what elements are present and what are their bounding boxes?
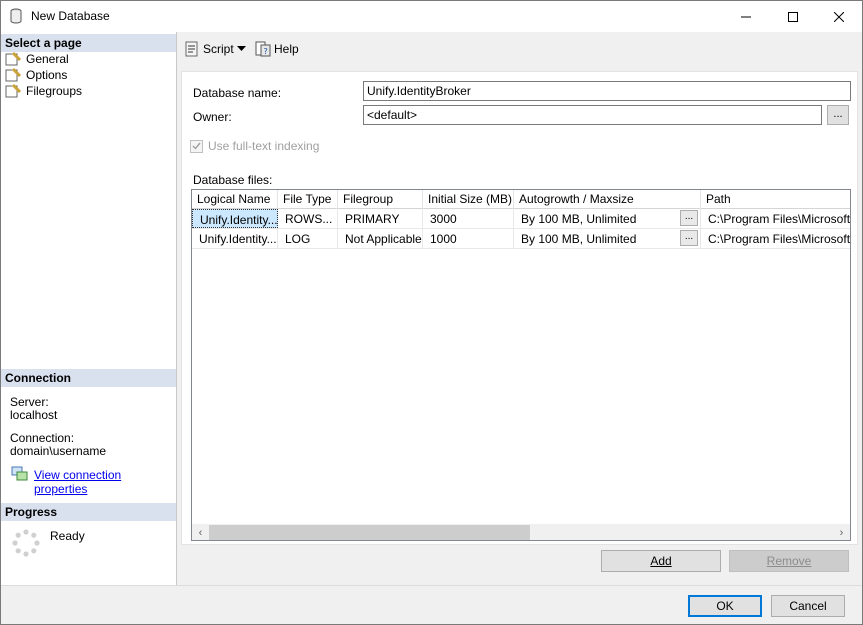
- connection-value: domain\username: [10, 444, 107, 458]
- page-item-label: Options: [26, 68, 68, 82]
- grid-header: Logical Name File Type Filegroup Initial…: [192, 190, 850, 209]
- path-cell[interactable]: C:\Program Files\Microsoft SQ: [701, 209, 850, 228]
- initial-size-cell[interactable]: 1000: [423, 229, 514, 248]
- owner-browse-button[interactable]: ...: [827, 105, 849, 125]
- file-type-cell[interactable]: ROWS...: [278, 209, 338, 228]
- main-area: Script ? Help Database name: Unify.Ident…: [177, 32, 862, 585]
- maximize-icon: [788, 11, 798, 22]
- path-cell[interactable]: C:\Program Files\Microsoft SQ: [701, 229, 850, 248]
- column-header[interactable]: Filegroup: [338, 190, 423, 209]
- column-header[interactable]: Path: [701, 190, 850, 209]
- autogrowth-cell[interactable]: By 100 MB, Unlimited ...: [514, 209, 701, 228]
- remove-button-label: Remove: [766, 554, 812, 568]
- horizontal-scrollbar[interactable]: ‹ ›: [192, 524, 850, 540]
- window-title: New Database: [31, 9, 110, 23]
- page-item-general[interactable]: General: [5, 51, 69, 67]
- close-button[interactable]: [816, 1, 862, 32]
- script-button[interactable]: Script: [184, 39, 234, 59]
- logical-name-cell[interactable]: Unify.Identity...: [192, 209, 278, 228]
- cancel-button[interactable]: Cancel: [771, 595, 845, 617]
- owner-input[interactable]: <default>: [363, 105, 822, 125]
- owner-label: Owner:: [193, 110, 232, 124]
- table-row[interactable]: Unify.Identity... LOG Not Applicable 100…: [192, 229, 850, 249]
- fulltext-indexing-checkbox[interactable]: [190, 139, 203, 153]
- autogrowth-value: By 100 MB, Unlimited: [521, 212, 637, 226]
- filegroup-cell[interactable]: PRIMARY: [338, 209, 423, 228]
- script-icon: [185, 41, 198, 57]
- minimize-button[interactable]: [723, 1, 769, 32]
- database-files-grid[interactable]: Logical Name File Type Filegroup Initial…: [191, 189, 851, 541]
- new-database-dialog: New Database Select a page General Optio…: [0, 0, 863, 625]
- autogrowth-cell[interactable]: By 100 MB, Unlimited ...: [514, 229, 701, 248]
- database-name-input[interactable]: Unify.IdentityBroker: [363, 81, 851, 101]
- help-icon: ?: [255, 41, 271, 57]
- page-wrench-icon: [5, 68, 21, 82]
- autogrowth-edit-button[interactable]: ...: [680, 230, 698, 246]
- page-item-label: General: [26, 52, 69, 66]
- database-icon: [10, 8, 22, 24]
- database-files-label: Database files:: [193, 173, 273, 187]
- page-item-filegroups[interactable]: Filegroups: [5, 83, 82, 99]
- add-button-label: Add: [650, 554, 672, 568]
- progress-header: Progress: [1, 503, 176, 521]
- progress-spinner-icon: [12, 529, 40, 557]
- scrollbar-thumb[interactable]: [209, 525, 530, 540]
- column-header[interactable]: File Type: [278, 190, 338, 209]
- general-page-content: Database name: Unify.IdentityBroker Owne…: [181, 71, 858, 545]
- database-name-label: Database name:: [193, 86, 282, 100]
- file-type-cell[interactable]: LOG: [278, 229, 338, 248]
- toolbar: Script ? Help: [177, 32, 862, 65]
- logical-name-cell[interactable]: Unify.Identity...: [192, 229, 278, 248]
- checkmark-icon: [192, 142, 201, 150]
- select-page-header: Select a page: [1, 34, 176, 52]
- initial-size-cell[interactable]: 3000: [423, 209, 514, 228]
- chevron-down-icon: [237, 46, 246, 51]
- left-panel: Select a page General Options Filegroups…: [1, 32, 177, 585]
- fulltext-indexing-checkbox-row[interactable]: Use full-text indexing: [190, 139, 319, 153]
- title-bar[interactable]: New Database: [1, 1, 862, 32]
- close-icon: [834, 11, 844, 22]
- filegroup-cell[interactable]: Not Applicable: [338, 229, 423, 248]
- page-wrench-icon: [5, 84, 21, 98]
- help-button[interactable]: ? Help: [255, 39, 299, 59]
- scroll-right-arrow-icon[interactable]: ›: [833, 524, 850, 540]
- dialog-button-bar: OK Cancel: [1, 585, 862, 624]
- remove-button[interactable]: Remove: [729, 550, 849, 572]
- connection-header: Connection: [1, 369, 176, 387]
- view-connection-properties-link[interactable]: View connection properties: [34, 468, 176, 496]
- page-wrench-icon: [5, 52, 21, 66]
- column-header[interactable]: Initial Size (MB): [423, 190, 514, 209]
- connection-label: Connection:: [10, 431, 75, 445]
- add-button[interactable]: Add: [601, 550, 721, 572]
- help-label: Help: [274, 42, 299, 56]
- fulltext-indexing-label: Use full-text indexing: [208, 139, 320, 153]
- autogrowth-value: By 100 MB, Unlimited: [521, 232, 637, 246]
- table-row[interactable]: Unify.Identity... ROWS... PRIMARY 3000 B…: [192, 209, 850, 229]
- script-label: Script: [203, 42, 234, 56]
- minimize-icon: [741, 16, 751, 17]
- script-dropdown-button[interactable]: [237, 39, 249, 59]
- maximize-button[interactable]: [770, 1, 816, 32]
- scroll-left-arrow-icon[interactable]: ‹: [192, 524, 209, 540]
- page-item-options[interactable]: Options: [5, 67, 67, 83]
- progress-status: Ready: [50, 529, 85, 543]
- server-value: localhost: [10, 408, 58, 422]
- svg-text:?: ?: [264, 47, 268, 56]
- page-item-label: Filegroups: [26, 84, 83, 98]
- autogrowth-edit-button[interactable]: ...: [680, 210, 698, 226]
- column-header[interactable]: Logical Name: [192, 190, 278, 209]
- connection-properties-icon: [11, 466, 28, 481]
- column-header[interactable]: Autogrowth / Maxsize: [514, 190, 701, 209]
- server-label: Server:: [10, 395, 49, 409]
- ok-button[interactable]: OK: [688, 595, 762, 617]
